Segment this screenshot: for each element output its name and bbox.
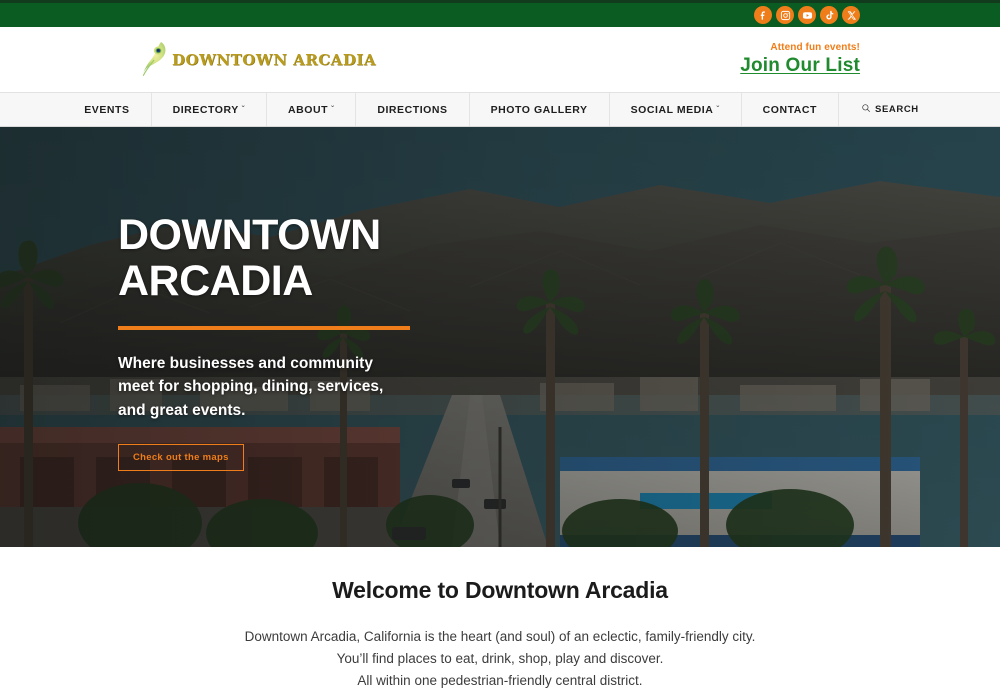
nav-item-events[interactable]: EVENTS [63, 93, 150, 126]
hero-title-line-1: DOWNTOWN [118, 211, 381, 259]
peacock-feather-icon [140, 38, 170, 82]
nav-item-photo-gallery[interactable]: PHOTO GALLERY [468, 93, 609, 126]
site-logo[interactable]: DOWNTOWN ARCADIA [140, 38, 376, 82]
chevron-down-icon: ˇ [241, 105, 245, 114]
join-our-list-link[interactable]: Join Our List [740, 55, 860, 76]
hero-title-line-2: ARCADIA [118, 256, 313, 305]
facebook-icon[interactable] [754, 6, 772, 24]
nav-item-social-media[interactable]: SOCIAL MEDIA ˇ [608, 93, 741, 126]
top-social-bar [0, 0, 1000, 27]
hero-content: DOWNTOWN ARCADIA Where businesses and co… [118, 211, 448, 471]
nav-label: PHOTO GALLERY [490, 103, 588, 116]
nav-label: ABOUT [288, 103, 329, 116]
welcome-line-1: Downtown Arcadia, California is the hear… [244, 629, 756, 644]
nav-item-directions[interactable]: DIRECTIONS [355, 93, 468, 126]
join-kicker: Attend fun events! [770, 41, 860, 53]
nav-item-about[interactable]: ABOUT ˇ [266, 93, 355, 126]
nav-item-directory[interactable]: DIRECTORY ˇ [150, 93, 266, 126]
welcome-body: Downtown Arcadia, California is the hear… [0, 626, 1000, 692]
x-twitter-icon[interactable] [842, 6, 860, 24]
welcome-line-2: You’ll find places to eat, drink, shop, … [336, 650, 664, 666]
brand-name: DOWNTOWN ARCADIA [172, 50, 376, 69]
nav-label: DIRECTORY [172, 103, 239, 116]
join-our-list-block: Attend fun events! Join Our List [740, 41, 860, 76]
welcome-section: Welcome to Downtown Arcadia Downtown Arc… [0, 547, 1000, 692]
tiktok-icon[interactable] [820, 6, 838, 24]
site-header: DOWNTOWN ARCADIA Attend fun events! Join… [0, 27, 1000, 92]
welcome-title: Welcome to Downtown Arcadia [332, 577, 668, 603]
chevron-down-icon: ˇ [331, 105, 335, 114]
youtube-icon[interactable] [798, 6, 816, 24]
search-button[interactable]: SEARCH [838, 93, 937, 126]
hero-title: DOWNTOWN ARCADIA [118, 211, 448, 305]
chevron-down-icon: ˇ [716, 105, 720, 114]
nav-label: EVENTS [84, 103, 130, 116]
hero-accent-rule [118, 326, 410, 331]
search-label: SEARCH [875, 104, 919, 115]
main-navigation: EVENTS DIRECTORY ˇ ABOUT ˇ DIRECTIONS PH… [0, 92, 1000, 127]
nav-item-contact[interactable]: CONTACT [740, 93, 838, 126]
welcome-line-3: All within one pedestrian-friendly centr… [357, 672, 643, 688]
social-links [754, 6, 860, 24]
nav-label: CONTACT [762, 103, 818, 116]
instagram-icon[interactable] [776, 6, 794, 24]
hero-subtitle: Where businesses and community meet for … [118, 355, 384, 419]
hero-banner: DOWNTOWN ARCADIA Where businesses and co… [0, 127, 1000, 547]
check-out-maps-button[interactable]: Check out the maps [118, 443, 244, 471]
nav-items: EVENTS DIRECTORY ˇ ABOUT ˇ DIRECTIONS PH… [63, 93, 937, 126]
search-icon [861, 103, 871, 116]
nav-label: SOCIAL MEDIA [630, 103, 714, 116]
nav-label: DIRECTIONS [377, 103, 448, 116]
